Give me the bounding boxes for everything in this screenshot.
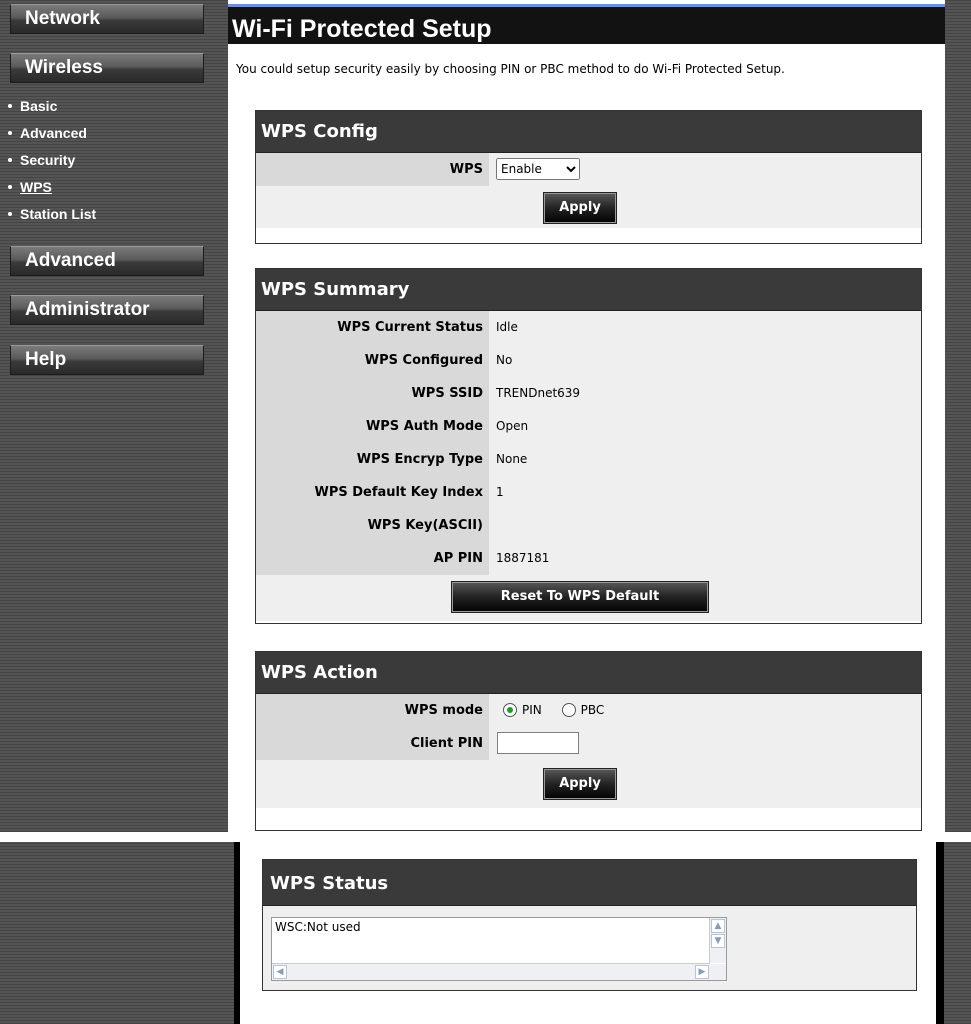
main-content: Wi-Fi Protected Setup You could setup se… [228, 0, 945, 832]
client-pin-row: Client PIN [256, 727, 921, 760]
wireless-submenu: Basic Advanced Security WPS Station List [8, 90, 206, 234]
subnav-basic-label: Basic [20, 98, 58, 114]
summary-value: 1887181 [489, 542, 921, 575]
summary-label: WPS Current Status [256, 311, 489, 344]
client-pin-cell [489, 727, 921, 760]
summary-row: WPS Auth Mode Open [256, 410, 921, 443]
wps-mode-row: WPS mode PIN PBC [256, 694, 921, 727]
wps-config-panel: WPS Config WPS Enable Apply [255, 110, 922, 244]
wps-action-apply-button[interactable]: Apply [543, 768, 617, 800]
bullet-icon [8, 184, 12, 189]
subnav-advanced-label: Advanced [20, 125, 87, 141]
summary-value: No [489, 344, 921, 377]
pbc-radio-label: PBC [580, 703, 605, 717]
summary-value: 1 [489, 476, 921, 509]
client-pin-label: Client PIN [256, 727, 489, 760]
summary-row: WPS Default Key Index 1 [256, 476, 921, 509]
panel-header: WPS Action [256, 652, 921, 694]
panel-header: WPS Status [263, 860, 916, 906]
summary-label: WPS Default Key Index [256, 476, 489, 509]
nav-wireless[interactable]: Wireless [10, 53, 204, 83]
nav-administrator[interactable]: Administrator [10, 295, 204, 325]
summary-row: WPS Encryp Type None [256, 443, 921, 476]
reset-wps-default-button[interactable]: Reset To WPS Default [451, 581, 709, 613]
subnav-security-label: Security [20, 152, 76, 168]
horizontal-scrollbar[interactable]: ◀ ▶ [272, 963, 710, 980]
subnav-wps[interactable]: WPS [8, 179, 52, 197]
right-background-lower [944, 842, 971, 1024]
wps-value-cell: Enable [489, 153, 921, 186]
summary-value: TRENDnet639 [489, 377, 921, 410]
scrollbar-corner [710, 964, 726, 980]
summary-value: None [489, 443, 921, 476]
apply-row: Apply [256, 760, 921, 808]
sidebar-background-lower [0, 842, 234, 1024]
nav-help[interactable]: Help [10, 345, 204, 375]
summary-label: WPS Encryp Type [256, 443, 489, 476]
nav-network[interactable]: Network [10, 4, 204, 34]
apply-row: Apply [256, 186, 921, 228]
scroll-up-icon[interactable]: ▲ [711, 919, 725, 933]
summary-row: WPS Configured No [256, 344, 921, 377]
wps-enable-row: WPS Enable [256, 153, 921, 186]
intro-text: You could setup security easily by choos… [236, 62, 785, 76]
title-bar: Wi-Fi Protected Setup [228, 4, 945, 44]
wps-status-text: WSC:Not used [275, 920, 361, 934]
wps-enable-select[interactable]: Enable [496, 158, 580, 180]
content-border-left [234, 842, 240, 1024]
summary-label: AP PIN [256, 542, 489, 575]
wps-status-textarea[interactable]: WSC:Not used ▲ ▼ ◀ ▶ [271, 917, 727, 981]
summary-label: WPS SSID [256, 377, 489, 410]
subnav-basic[interactable]: Basic [8, 98, 57, 116]
summary-row: WPS Current Status Idle [256, 311, 921, 344]
summary-label: WPS Configured [256, 344, 489, 377]
panel-header: WPS Summary [256, 269, 921, 311]
pbc-radio[interactable] [561, 702, 576, 717]
summary-row: WPS SSID TRENDnet639 [256, 377, 921, 410]
bullet-icon [8, 103, 12, 108]
subnav-station-list[interactable]: Station List [8, 206, 96, 224]
summary-label: WPS Auth Mode [256, 410, 489, 443]
summary-value: Idle [489, 311, 921, 344]
scroll-left-icon[interactable]: ◀ [273, 965, 287, 979]
wps-summary-panel: WPS Summary WPS Current Status Idle WPS C… [255, 268, 922, 624]
content-border-right [936, 842, 944, 1024]
summary-row: WPS Key(ASCII) [256, 509, 921, 542]
bullet-icon [8, 157, 12, 162]
bullet-icon [8, 211, 12, 216]
subnav-security[interactable]: Security [8, 152, 75, 170]
scroll-right-icon[interactable]: ▶ [695, 965, 709, 979]
reset-row: Reset To WPS Default [256, 575, 921, 621]
wps-status-body: WSC:Not used ▲ ▼ ◀ ▶ [263, 906, 916, 990]
wps-mode-options: PIN PBC [489, 694, 921, 727]
wps-action-panel: WPS Action WPS mode PIN PBC Client PIN A… [255, 651, 922, 831]
scroll-down-icon[interactable]: ▼ [711, 934, 725, 948]
summary-value [489, 509, 921, 542]
pin-radio[interactable] [503, 702, 517, 717]
pin-radio-label: PIN [522, 703, 542, 717]
wps-status-panel: WPS Status WSC:Not used ▲ ▼ ◀ ▶ [262, 859, 917, 991]
right-background [945, 0, 971, 832]
client-pin-input[interactable] [497, 732, 579, 754]
nav-advanced[interactable]: Advanced [10, 246, 204, 276]
wps-mode-label: WPS mode [256, 694, 489, 727]
summary-label: WPS Key(ASCII) [256, 509, 489, 542]
vertical-scrollbar[interactable]: ▲ ▼ [709, 918, 726, 963]
subnav-wps-label: WPS [20, 179, 52, 195]
summary-row: AP PIN 1887181 [256, 542, 921, 575]
screenshot-divider [0, 832, 971, 842]
wps-label: WPS [256, 153, 489, 186]
bullet-icon [8, 130, 12, 135]
subnav-station-list-label: Station List [20, 206, 97, 222]
panel-header: WPS Config [256, 111, 921, 153]
subnav-advanced[interactable]: Advanced [8, 125, 87, 143]
wps-config-apply-button[interactable]: Apply [543, 192, 617, 224]
summary-value: Open [489, 410, 921, 443]
page-title: Wi-Fi Protected Setup [232, 15, 492, 43]
